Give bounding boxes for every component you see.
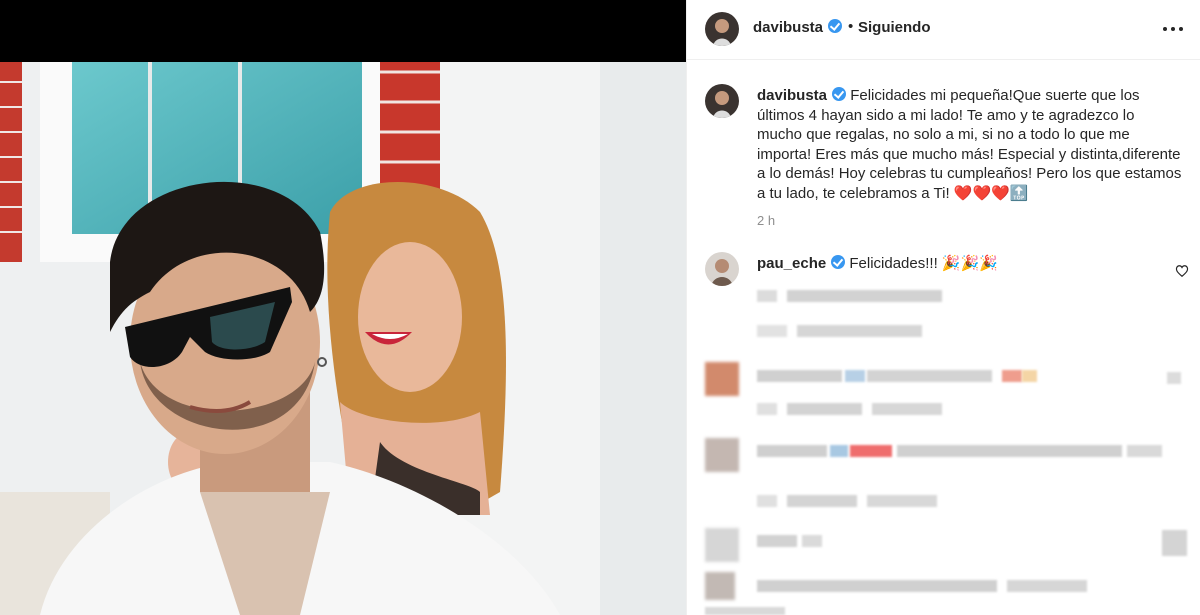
comment-body: Felicidades!!! 🎉🎉🎉 (849, 255, 998, 272)
verified-badge-icon (828, 19, 843, 33)
caption-author-avatar[interactable] (705, 84, 739, 118)
caption-text: davibusta Felicidades mi pequeña!Que sue… (757, 86, 1182, 203)
following-button[interactable]: Siguiendo (858, 19, 931, 36)
post-photo[interactable] (0, 62, 686, 615)
like-comment-heart-icon[interactable] (1175, 264, 1189, 278)
post-details-panel: davibusta • Siguiendo davibusta Felicida… (686, 0, 1200, 615)
more-options-icon[interactable] (1163, 20, 1183, 36)
post-header: davibusta • Siguiendo (687, 0, 1200, 60)
media-top-bar (0, 0, 686, 62)
caption-username[interactable]: davibusta (757, 87, 827, 104)
author-username[interactable]: davibusta (753, 19, 843, 36)
post-media[interactable] (0, 0, 686, 615)
commenter-username[interactable]: pau_eche (757, 255, 826, 272)
author-avatar[interactable] (705, 12, 739, 46)
verified-badge-icon (832, 87, 847, 101)
caption-body: Felicidades mi pequeña!Que suerte que lo… (757, 87, 1182, 202)
comment-text: pau_eche Felicidades!!! 🎉🎉🎉 (757, 254, 998, 272)
verified-badge-icon (831, 255, 846, 269)
author-username-text[interactable]: davibusta (753, 19, 823, 36)
separator-dot: • (848, 18, 854, 35)
post-timestamp[interactable]: 2 h (757, 213, 775, 228)
commenter-avatar[interactable] (705, 252, 739, 286)
